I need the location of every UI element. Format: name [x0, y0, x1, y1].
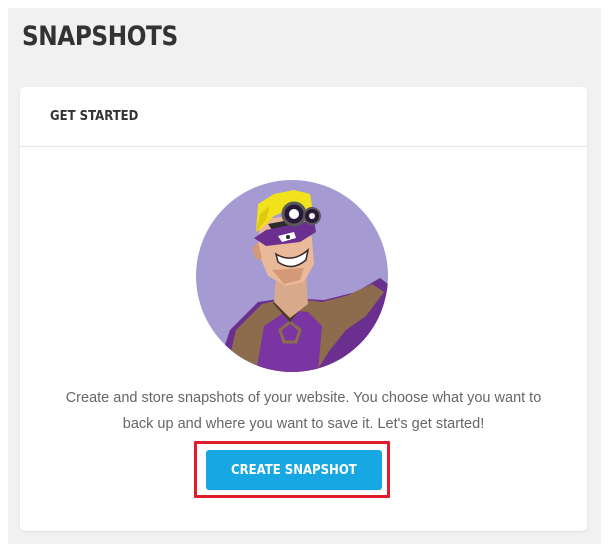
page-title: SNAPSHOTS: [22, 21, 178, 52]
create-snapshot-button[interactable]: CREATE SNAPSHOT: [206, 450, 382, 490]
snapshots-page: SNAPSHOTS GET STARTED Create and store s…: [8, 8, 601, 544]
superhero-illustration-icon: [196, 180, 388, 372]
card-header: GET STARTED: [20, 87, 587, 147]
card-header-title: GET STARTED: [50, 109, 139, 124]
get-started-card: GET STARTED Create and store snapshots o…: [20, 87, 587, 531]
create-snapshot-button-label: CREATE SNAPSHOT: [231, 462, 357, 478]
get-started-description: Create and store snapshots of your websi…: [65, 390, 542, 432]
